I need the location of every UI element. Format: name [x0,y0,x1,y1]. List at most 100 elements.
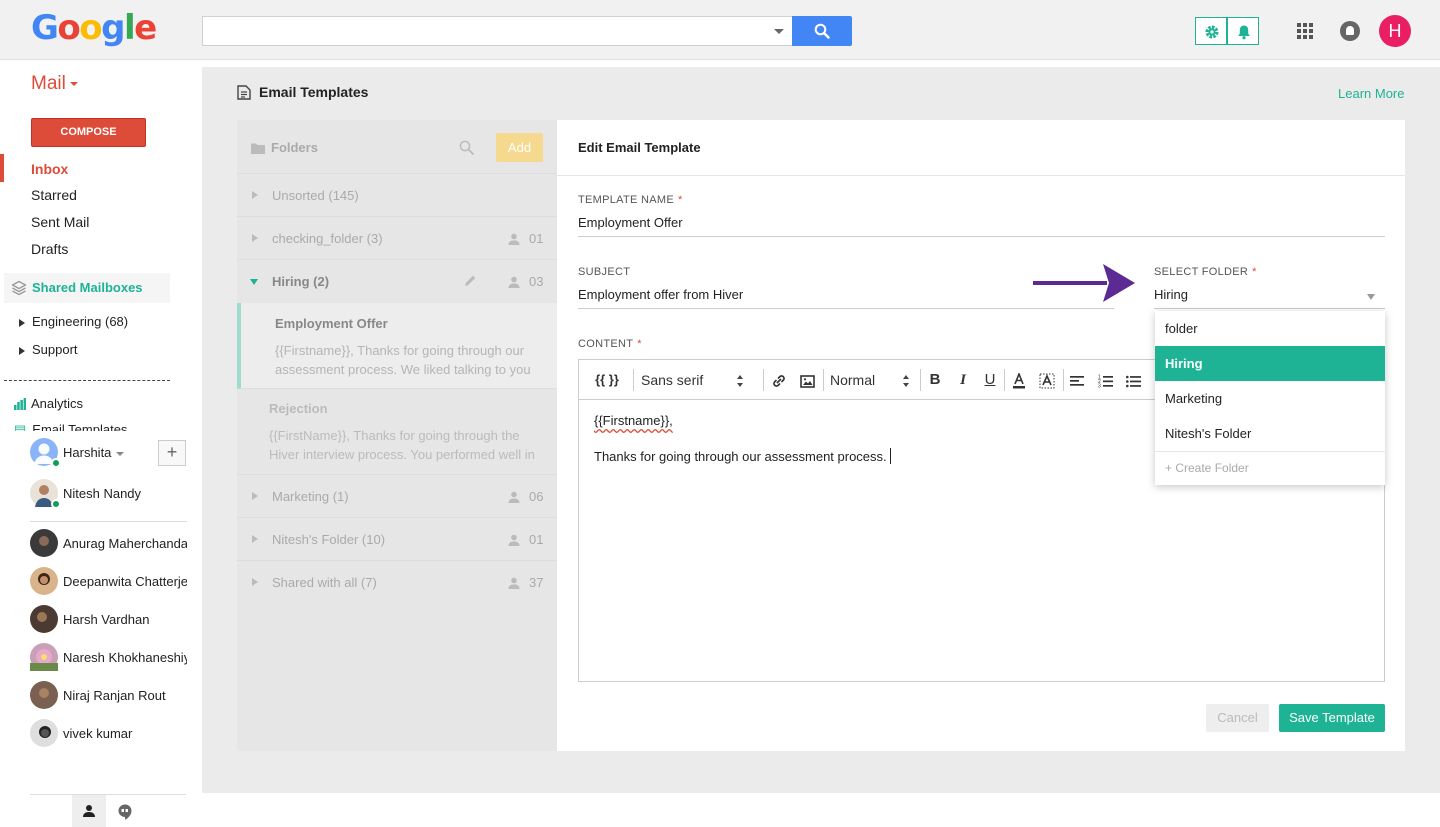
folder-row-checking-folder[interactable]: checking_folder (3) 01 [237,217,557,260]
bullet-list-button[interactable] [1123,360,1143,400]
shared-users-count: 01 [508,231,543,246]
content-label: CONTENT * [578,338,642,350]
expand-triangle-icon[interactable] [252,234,258,242]
pencil-icon[interactable] [463,274,477,288]
person-icon [508,577,520,589]
page-title: Email Templates [237,84,368,100]
folder-dropdown-menu: folder Hiring Marketing Nitesh's Folder … [1155,311,1385,485]
mail-switcher[interactable]: Mail [31,73,78,95]
dropdown-option-niteshs-folder[interactable]: Nitesh's Folder [1155,416,1385,451]
search-input[interactable] [202,16,792,46]
bold-icon[interactable]: B [925,360,945,400]
dropdown-option-folder[interactable]: folder [1155,311,1385,346]
underline-icon[interactable]: U [980,360,1000,400]
expand-triangle-icon[interactable] [19,318,25,327]
collapse-triangle-icon[interactable] [250,279,258,285]
account-avatar[interactable]: H [1379,15,1411,47]
mailbox-support[interactable]: Support [19,342,78,357]
text-color-icon [1013,372,1025,389]
notifications-icon[interactable] [1340,21,1360,41]
editor-content[interactable]: {{Firstname}}, Thanks for going through … [594,412,891,466]
contacts-tab[interactable] [72,795,106,827]
hangouts-icon [118,804,132,820]
folder-row-unsorted[interactable]: Unsorted (145) [237,174,557,217]
contact-nitesh-nandy[interactable]: Nitesh Nandy [30,479,187,511]
ordered-list-icon: 123 [1098,375,1113,390]
font-size-select[interactable]: Normal [830,360,916,400]
font-family-select[interactable]: Sans serif [641,360,761,400]
cancel-button[interactable]: Cancel [1206,704,1269,732]
template-item-employment-offer[interactable]: Employment Offer {{Firstname}}, Thanks f… [237,303,557,389]
expand-triangle-icon[interactable] [252,578,258,586]
shared-users-count: 37 [508,575,543,590]
expand-triangle-icon[interactable] [252,492,258,500]
insert-variable-button[interactable]: {{ }} [589,360,625,400]
save-template-button[interactable]: Save Template [1279,704,1385,732]
folder-row-shared-with-all[interactable]: Shared with all (7) 37 [237,561,557,604]
template-name-input[interactable]: Employment Offer [578,210,1385,237]
avatar [30,605,58,633]
contact-niraj[interactable]: Niraj Ranjan Rout [30,681,187,713]
bar-chart-icon [14,398,26,410]
align-left-button[interactable] [1067,360,1087,400]
compose-button[interactable]: COMPOSE [31,118,146,147]
gear-icon [1205,25,1219,39]
dropdown-option-marketing[interactable]: Marketing [1155,381,1385,416]
nav-item-starred[interactable]: Starred [31,186,77,204]
folder-icon [251,143,265,154]
contact-anurag[interactable]: Anurag Maherchandani [30,529,187,561]
link-button[interactable] [769,360,789,400]
hangouts-tab[interactable] [118,804,132,823]
template-item-rejection[interactable]: Rejection {{FirstName}}, Thanks for goin… [237,389,557,475]
avatar [30,529,58,557]
image-button[interactable] [797,360,817,400]
contact-harsh-vardhan[interactable]: Harsh Vardhan [30,605,187,637]
arrow-annotation-icon [1033,264,1135,302]
nav-item-analytics[interactable]: Analytics [14,396,83,411]
folder-row-hiring[interactable]: Hiring (2) 03 [237,260,557,303]
expand-triangle-icon[interactable] [252,191,258,199]
panel-header: Edit Email Template [557,120,1405,176]
text-color-button[interactable] [1009,360,1029,400]
search-options-chevron-icon[interactable] [774,29,784,34]
dropdown-caret-icon[interactable] [1367,294,1375,300]
active-indicator [0,154,4,182]
nav-item-inbox[interactable]: Inbox [31,160,68,178]
apps-grid-icon[interactable] [1297,23,1313,39]
create-folder-option[interactable]: + Create Folder [1155,451,1385,485]
search-icon[interactable] [459,140,474,155]
hiver-notifications-button[interactable] [1227,17,1259,45]
template-name-label: TEMPLATE NAME * [578,194,683,206]
contact-naresh[interactable]: Naresh Khokhaneshiya [30,643,187,675]
text-cursor [889,448,891,464]
select-arrows-icon [903,375,910,388]
align-left-icon [1070,376,1084,386]
expand-triangle-icon[interactable] [19,346,25,355]
shared-mailboxes-header[interactable]: Shared Mailboxes [4,273,170,303]
folder-row-marketing[interactable]: Marketing (1) 06 [237,475,557,518]
person-icon [508,491,520,503]
nav-item-sent-mail[interactable]: Sent Mail [31,213,89,231]
chevron-down-icon[interactable] [116,451,125,456]
italic-icon[interactable]: I [953,360,973,400]
expand-triangle-icon[interactable] [252,535,258,543]
select-folder-dropdown[interactable]: Hiring [1154,282,1385,309]
select-arrows-icon [737,375,744,388]
folder-row-niteshs-folder[interactable]: Nitesh's Folder (10) 01 [237,518,557,561]
contacts-divider [30,521,187,522]
google-logo[interactable]: Google [31,7,157,49]
add-contact-button[interactable]: + [158,440,186,466]
highlight-color-button[interactable] [1037,360,1057,400]
ordered-list-button[interactable]: 123 [1095,360,1115,400]
nav-item-drafts[interactable]: Drafts [31,240,68,258]
mailbox-engineering[interactable]: Engineering (68) [19,314,128,329]
learn-more-link[interactable]: Learn More [1338,86,1404,101]
add-folder-button[interactable]: Add [496,133,543,162]
contact-vivek[interactable]: vivek kumar [30,719,187,751]
dropdown-option-hiring[interactable]: Hiring [1155,346,1385,381]
hiver-settings-button[interactable] [1195,17,1227,45]
search-button[interactable] [792,16,852,46]
image-icon [799,374,815,388]
contact-deepanwita[interactable]: Deepanwita Chatterjee [30,567,187,599]
nav-item-email-templates[interactable]: ▤ Email Templates [14,422,184,431]
